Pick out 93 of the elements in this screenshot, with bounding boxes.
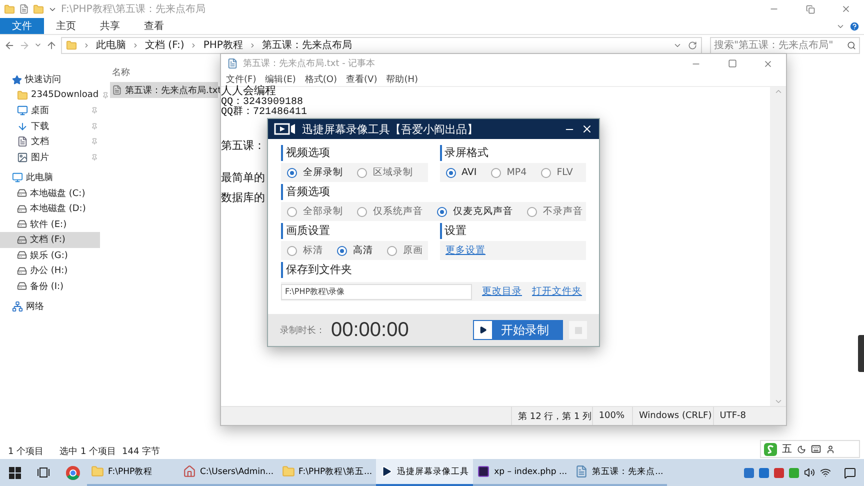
sidebar-item[interactable]: 桌面 [0,103,100,118]
taskbar-item[interactable]: xp – index.php ... [473,459,572,486]
sidebar-item[interactable]: 文档 [0,134,100,150]
section-heading: 画质设置 [281,223,330,239]
sidebar-label: 文档 [31,136,50,148]
file-item[interactable]: 第五课：先来点布局.txt [110,82,218,98]
sidebar-label: 快速访问 [25,74,62,86]
sidebar-item[interactable]: 本地磁盘 (C:) [0,186,100,201]
taskbar-item[interactable]: C:\Users\Admin... [179,459,278,486]
section-heading: 录屏格式 [440,145,488,161]
radio-label: 全屏录制 [303,166,343,179]
sidebar-label: 备份 (I:) [30,280,65,293]
sidebar-label: 文档 (F:) [30,234,66,246]
text-line: QQ：3243909188 [221,98,304,108]
menu-item[interactable]: 查看(V) [346,73,378,86]
breadcrumb[interactable]: 文档 (F:) [145,38,184,52]
duration-time: 00:00:00 [331,318,410,342]
sidebar-item[interactable]: 图片 [0,150,100,165]
sidebar-item[interactable]: 文档 (F:) [0,232,100,248]
radio-label: 原画 [403,244,423,257]
menu-item[interactable]: 文件(F) [226,73,256,86]
status-text: 100% [592,407,632,425]
sidebar-label: 娱乐 (G:) [30,250,69,262]
sidebar-item[interactable]: 办公 (H:) [0,263,100,278]
radio-label: 不录声音 [543,205,583,218]
text-line: 人人会编程 [221,87,276,98]
sidebar-label: 此电脑 [26,172,54,184]
breadcrumb[interactable]: PHP教程 [203,38,243,52]
window-title: 第五课：先来点布局.txt - 记事本 [243,58,376,70]
sidebar-label: 下载 [31,120,50,133]
ribbon-tab[interactable]: 文件 [0,18,44,34]
sidebar-label: 本地磁盘 (C:) [30,188,86,200]
radio-label: MP4 [506,167,527,178]
radio-label: 仅麦克风声音 [453,205,513,218]
sidebar-label: 图片 [31,152,50,164]
sidebar-label: 本地磁盘 (D:) [30,202,87,216]
dialog-title: 迅捷屏幕录像工具【吾爱小阎出品】 [302,122,479,136]
radio-label: 标清 [303,244,323,257]
section-heading: 视频选项 [281,145,330,161]
folder-path-field[interactable]: F:\PHP教程\录像 [281,284,472,300]
folder-link[interactable]: 打开文件夹 [532,285,582,298]
radio-label: FLV [556,167,573,178]
start-record-button[interactable]: 开始录制 [473,320,563,340]
sidebar-item[interactable]: 备份 (I:) [0,278,100,294]
sidebar-item[interactable]: 2345Download [0,88,100,103]
sidebar-item[interactable]: 软件 (E:) [0,216,100,232]
sidebar-label: 软件 (E:) [30,218,68,231]
section-heading: 保存到文件夹 [281,262,352,278]
menu-item[interactable]: 帮助(H) [386,73,418,86]
text-line: 数据库的 [221,190,265,206]
input-mode[interactable]: 五 [782,442,792,456]
text-line: 第五课： [221,139,265,154]
status-text: 选中 1 个项目 [60,446,116,458]
search-field[interactable]: 搜索"第五课：先来点布局" [710,36,860,54]
ribbon-tab[interactable]: 共享 [88,18,132,34]
text-line: QQ群：721486411 [221,108,308,118]
menu-item[interactable]: 编辑(E) [265,73,296,86]
status-text: 第 12 行，第 1 列 [511,407,592,425]
taskbar-item[interactable]: 迅捷屏幕录像工具 [376,459,474,486]
breadcrumb[interactable]: 第五课：先来点布局 [262,38,352,52]
sidebar-item[interactable]: 快速访问 [0,72,100,88]
sidebar-item[interactable]: 本地磁盘 (D:) [0,201,100,216]
status-text: Windows (CRLF) [632,407,713,425]
radio-label: 高清 [353,244,373,257]
section-heading: 设置 [440,223,466,239]
window-title: F:\PHP教程\第五课：先来点布局 [61,2,207,16]
taskbar-item[interactable]: 第五课：先来点... [571,459,668,486]
radio-label: AVI [462,167,477,178]
menu-item[interactable]: 格式(O) [304,73,338,86]
sidebar-item[interactable]: 网络 [0,299,100,314]
status-text: 1 个项目 [8,446,44,458]
sidebar-item[interactable]: 此电脑 [0,170,100,186]
radio-label: 全部录制 [303,205,343,218]
sidebar-item[interactable]: 娱乐 (G:) [0,248,100,263]
duration-label: 录制时长： [280,324,325,336]
folder-link[interactable]: 更改目录 [482,285,522,298]
text-line: 最简单的 [221,171,265,186]
ribbon-tab[interactable]: 查看 [132,18,176,34]
sidebar-label: 网络 [26,300,45,314]
radio-label: 仅系统声音 [373,205,423,218]
sidebar-label: 桌面 [31,104,50,118]
status-text: 144 字节 [122,446,160,458]
sidebar-label: 2345Download [31,90,99,100]
sidebar-item[interactable]: 下载 [0,118,100,134]
section-heading: 音频选项 [281,184,330,200]
status-text: UTF-8 [712,407,786,425]
ribbon-tab[interactable]: 主页 [44,18,88,34]
column-header[interactable]: 名称 [110,64,130,80]
taskbar-item[interactable]: F:\PHP教程 [87,459,179,486]
more-settings-link[interactable]: 更多设置 [446,244,486,257]
radio-label: 区域录制 [373,166,413,179]
sidebar-label: 办公 (H:) [30,264,69,278]
breadcrumb[interactable]: 此电脑 [96,38,126,52]
